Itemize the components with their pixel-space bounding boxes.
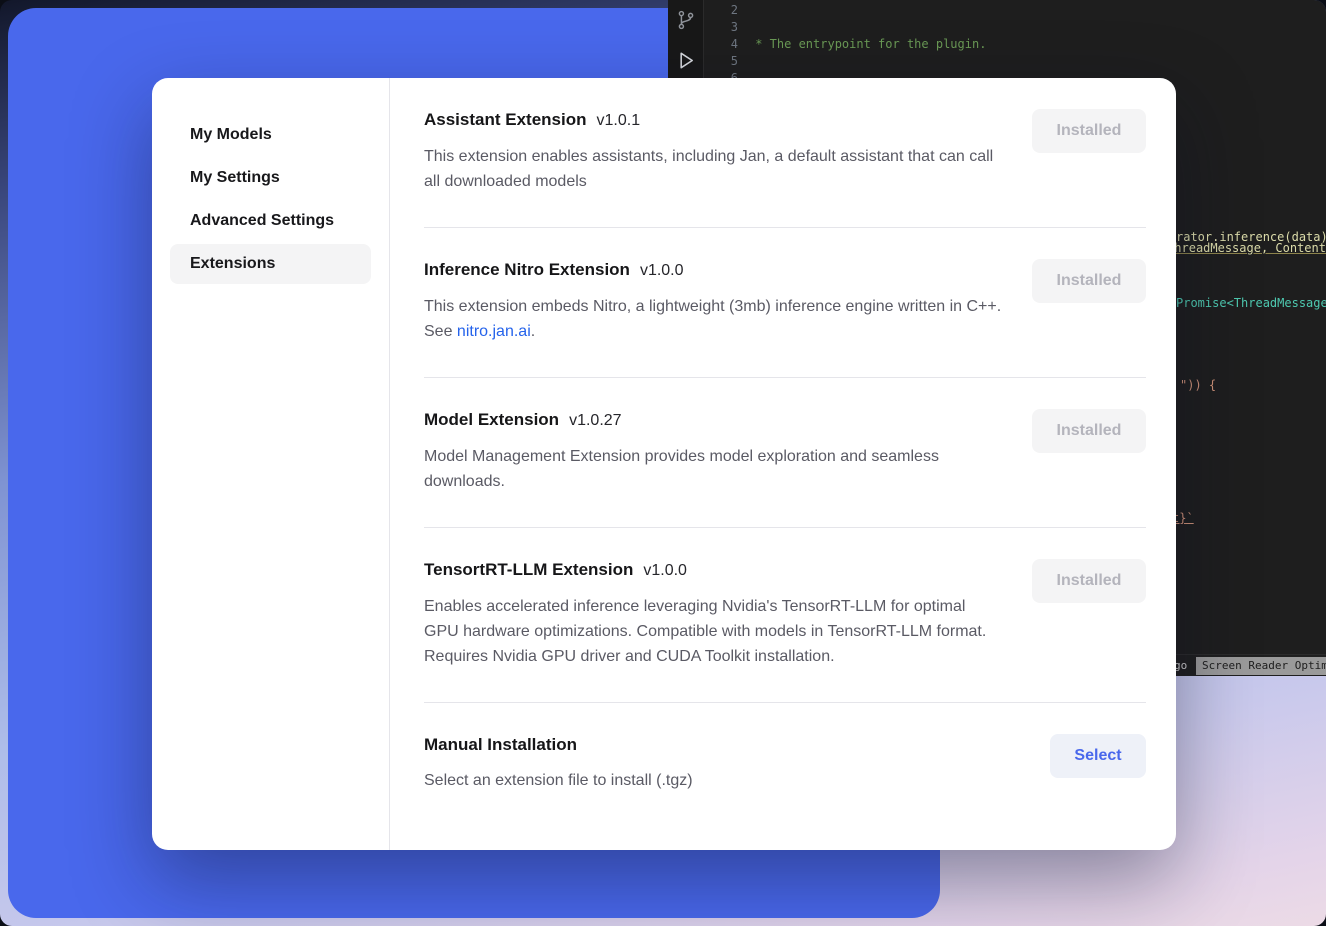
- code-line: * The entrypoint for the plugin.: [748, 36, 1326, 53]
- extension-info: Manual Installation Select an extension …: [424, 734, 1004, 793]
- editor-line-numbers: 2 3 4 5 6: [704, 2, 738, 87]
- extension-title: Inference Nitro Extension v1.0.0: [424, 259, 1004, 282]
- extension-name: Assistant Extension: [424, 110, 587, 129]
- code-fragment: Promise<ThreadMessage>: [1176, 296, 1326, 311]
- extension-title: Model Extension v1.0.27: [424, 409, 1004, 432]
- screen-reader-status-chip[interactable]: Screen Reader Optimize: [1196, 657, 1326, 675]
- extension-info: Model Extension v1.0.27 Model Management …: [424, 409, 1004, 494]
- installed-button[interactable]: Installed: [1032, 559, 1146, 603]
- run-debug-icon[interactable]: [674, 48, 698, 72]
- sidebar-item-my-models[interactable]: My Models: [170, 115, 371, 155]
- extension-row: Model Extension v1.0.27 Model Management …: [424, 378, 1146, 528]
- code-fragment: rator.inference(data));: [1176, 230, 1326, 245]
- source-control-icon[interactable]: [674, 8, 698, 32]
- extension-name: Model Extension: [424, 410, 559, 429]
- sidebar-item-extensions[interactable]: Extensions: [170, 244, 371, 284]
- line-number: 5: [704, 53, 738, 70]
- installed-button[interactable]: Installed: [1032, 259, 1146, 303]
- sidebar-item-my-settings[interactable]: My Settings: [170, 158, 371, 198]
- extension-info: TensortRT-LLM Extension v1.0.0 Enables ac…: [424, 559, 1004, 669]
- line-number: 4: [704, 36, 738, 53]
- extension-version: v1.0.1: [597, 112, 641, 129]
- installed-button[interactable]: Installed: [1032, 409, 1146, 453]
- settings-modal: My Models My Settings Advanced Settings …: [152, 78, 1176, 850]
- extension-name: Manual Installation: [424, 735, 577, 754]
- extensions-panel: Assistant Extension v1.0.1 This extension…: [390, 78, 1176, 850]
- code-fragment: ")) {: [1180, 378, 1216, 393]
- extension-name: Inference Nitro Extension: [424, 260, 630, 279]
- extension-row: Inference Nitro Extension v1.0.0 This ext…: [424, 228, 1146, 378]
- extension-row: Assistant Extension v1.0.1 This extension…: [424, 78, 1146, 228]
- extension-description: Enables accelerated inference leveraging…: [424, 594, 1004, 669]
- extension-info: Assistant Extension v1.0.1 This extension…: [424, 109, 1004, 194]
- extension-description: This extension embeds Nitro, a lightweig…: [424, 294, 1004, 344]
- installed-button[interactable]: Installed: [1032, 109, 1146, 153]
- extension-row: TensortRT-LLM Extension v1.0.0 Enables ac…: [424, 528, 1146, 703]
- extension-info: Inference Nitro Extension v1.0.0 This ext…: [424, 259, 1004, 344]
- desktop-background: 2 3 4 5 6 * The entrypoint for the plugi…: [0, 0, 1326, 926]
- extension-description: Model Management Extension provides mode…: [424, 444, 1004, 494]
- extension-version: v1.0.0: [643, 562, 687, 579]
- extension-description: This extension enables assistants, inclu…: [424, 144, 1004, 194]
- extension-version: v1.0.27: [569, 412, 621, 429]
- select-button[interactable]: Select: [1050, 734, 1146, 778]
- nitro-jan-ai-link[interactable]: nitro.jan.ai: [457, 323, 531, 340]
- extension-name: TensortRT-LLM Extension: [424, 560, 633, 579]
- manual-installation-title: Manual Installation: [424, 734, 1004, 756]
- manual-installation-row: Manual Installation Select an extension …: [424, 703, 1146, 826]
- extension-version: v1.0.0: [640, 262, 684, 279]
- line-number: 2: [704, 2, 738, 19]
- extension-title: TensortRT-LLM Extension v1.0.0: [424, 559, 1004, 582]
- extension-title: Assistant Extension v1.0.1: [424, 109, 1004, 132]
- description-text: .: [531, 323, 535, 340]
- manual-installation-description: Select an extension file to install (.tg…: [424, 768, 1004, 793]
- sidebar-item-advanced-settings[interactable]: Advanced Settings: [170, 201, 371, 241]
- settings-sidebar: My Models My Settings Advanced Settings …: [152, 78, 390, 850]
- line-number: 3: [704, 19, 738, 36]
